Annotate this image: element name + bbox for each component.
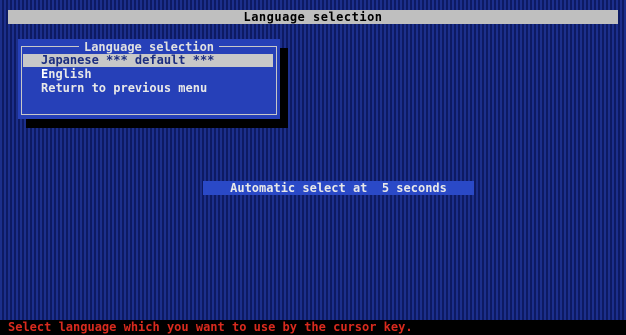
menu-title: Language selection — [18, 40, 280, 54]
auto-select-countdown: Automatic select at 5 seconds — [203, 181, 474, 195]
menu-item-label: nglish — [48, 67, 92, 81]
console-screen: Language selection Language selection Ja… — [0, 0, 626, 335]
title-bar: Language selection — [8, 10, 618, 24]
menu-item-japanese[interactable]: Japanese *** default *** — [23, 54, 273, 67]
menu-item-return[interactable]: Return to previous menu — [23, 82, 273, 95]
status-bar: Select language which you want to use by… — [0, 320, 626, 335]
menu-item-english[interactable]: English — [23, 68, 273, 81]
menu-title-text: Language selection — [78, 40, 220, 54]
menu-item-label: apanese *** default *** — [48, 53, 215, 67]
language-menu: Language selection Japanese *** default … — [18, 39, 280, 119]
menu-item-label: Return to previous menu — [41, 81, 208, 95]
